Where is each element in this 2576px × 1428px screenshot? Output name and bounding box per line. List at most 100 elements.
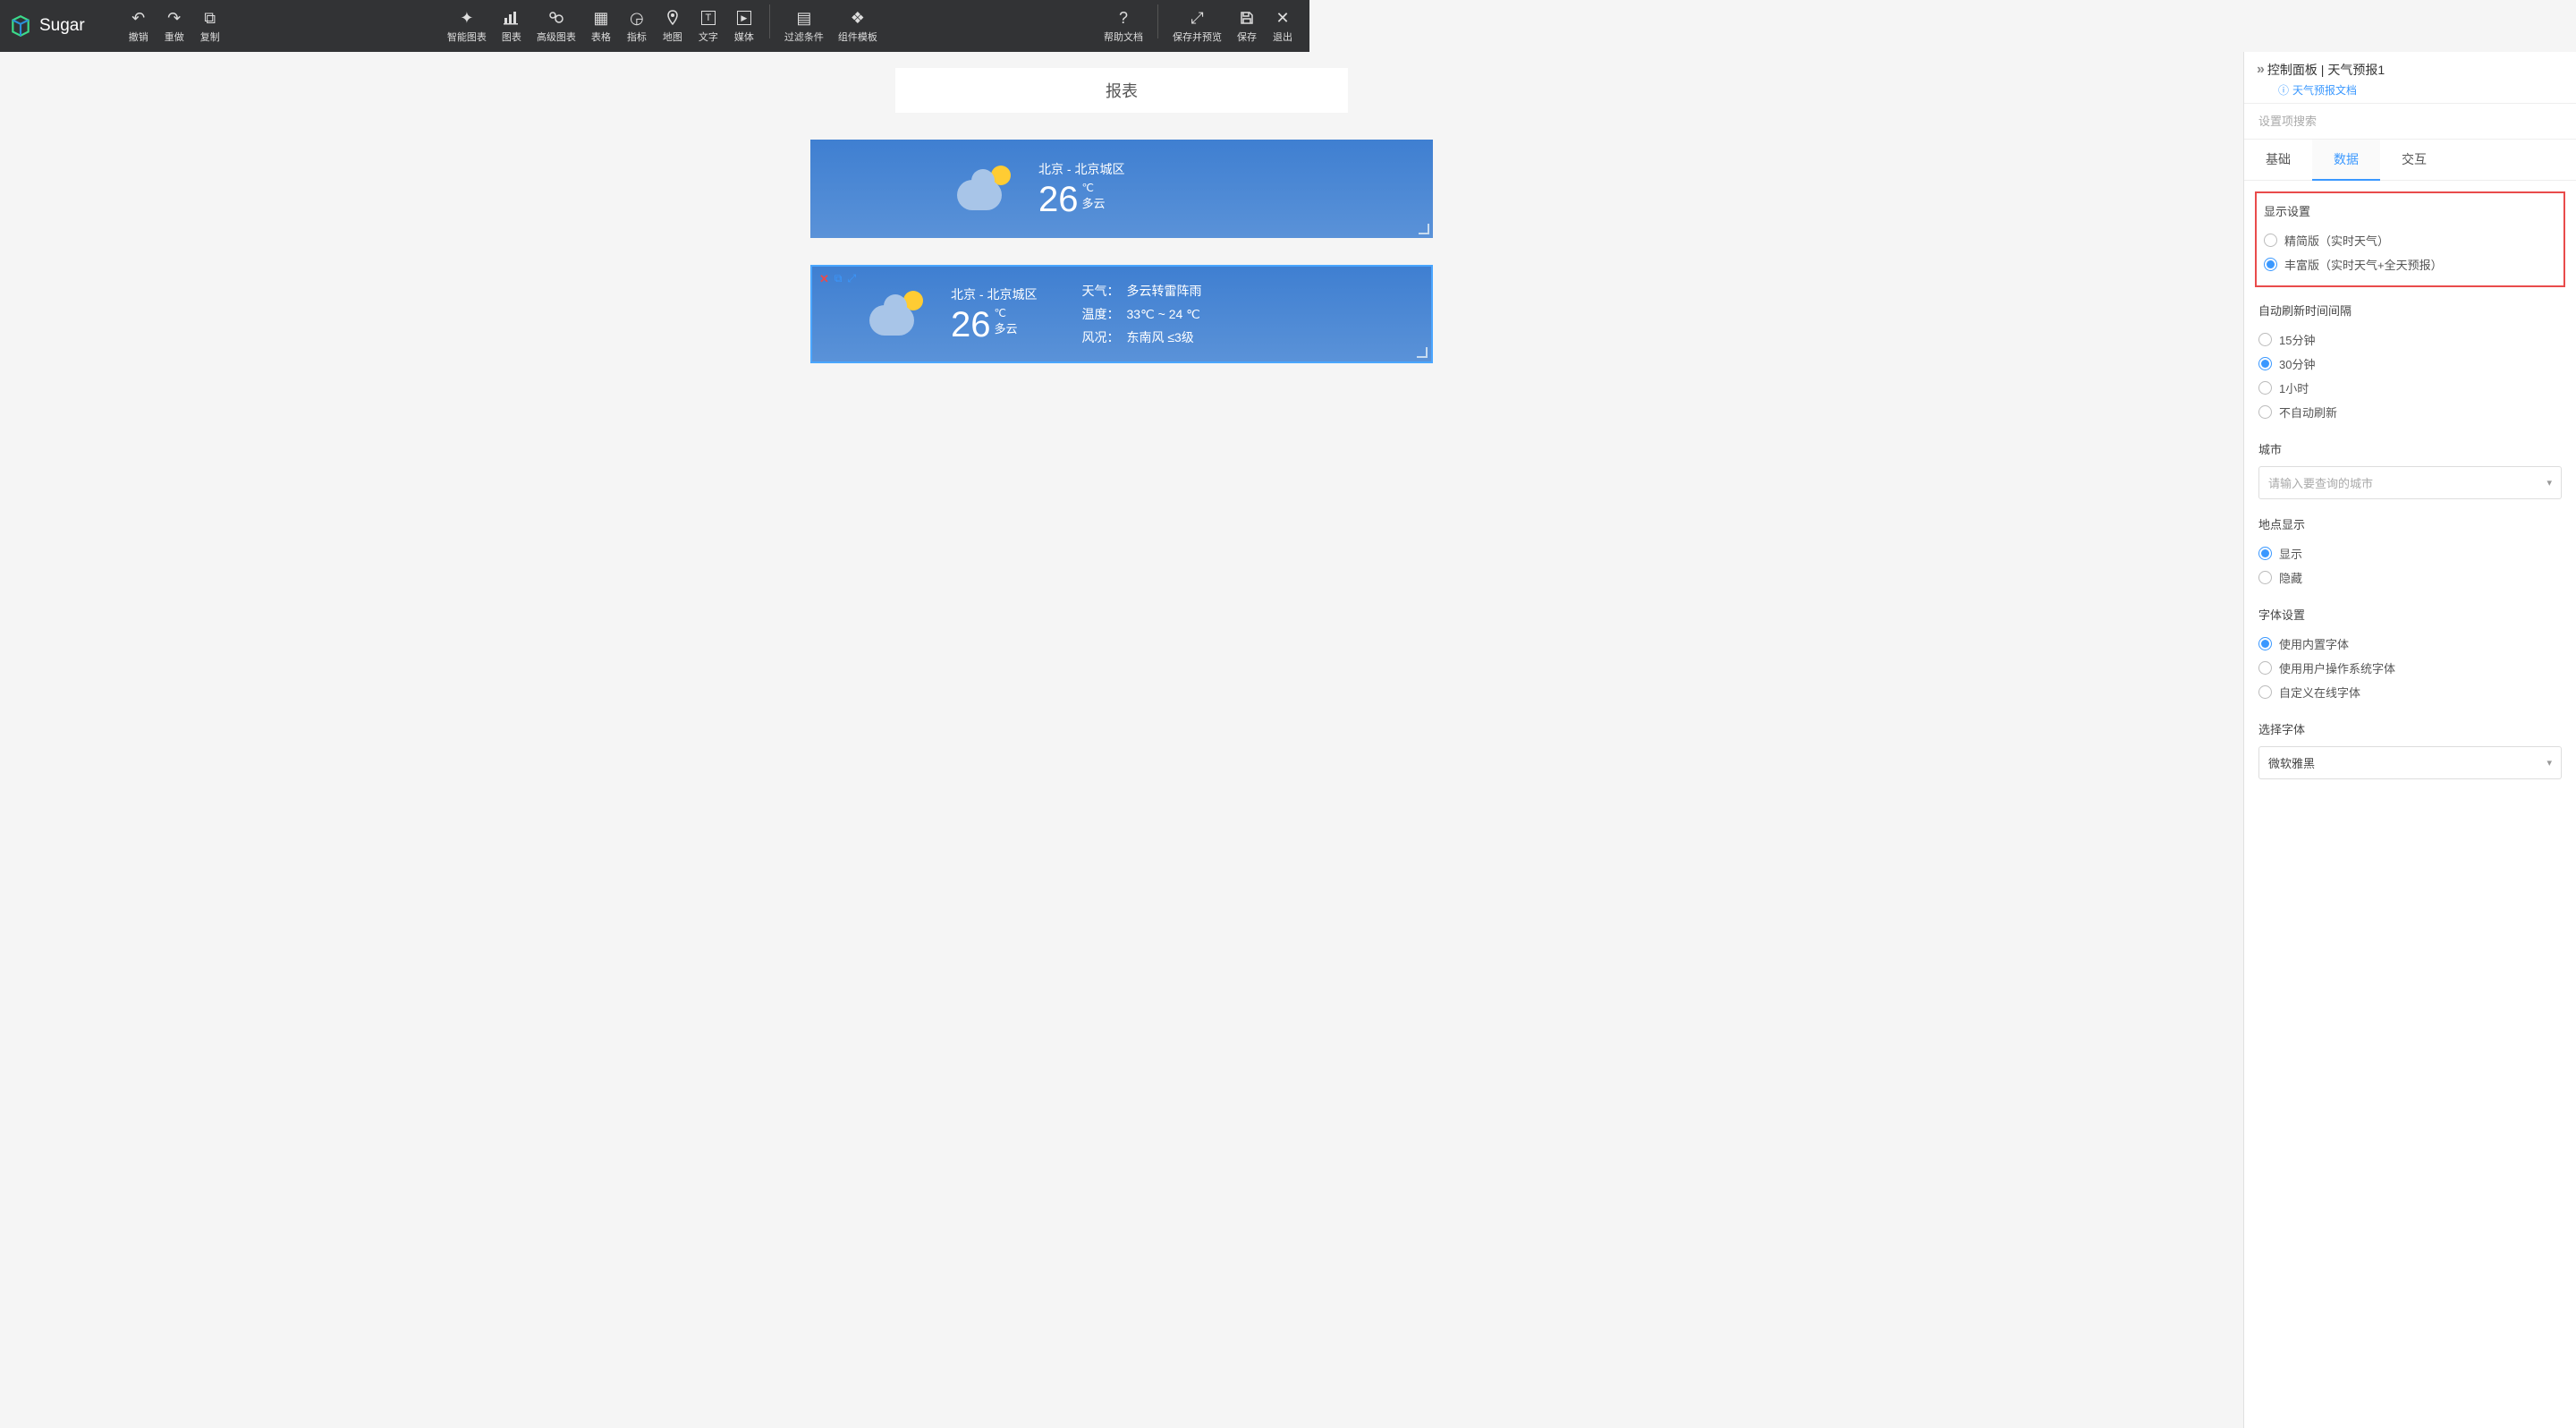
copy-button[interactable]: ⧉复制 xyxy=(192,4,228,47)
adv-chart-button[interactable]: 高级图表 xyxy=(530,4,583,47)
weather-unit: ℃ xyxy=(1082,182,1106,194)
radio-icon xyxy=(2258,405,2272,419)
weather-location: 北京 - 北京城区 xyxy=(951,285,1037,303)
toolbar: Sugar ↶撤销 ↷重做 ⧉复制 ✦智能图表 图表 高级图表 ▦表格 ◶指标 … xyxy=(0,0,1309,52)
adv-chart-icon xyxy=(548,8,564,28)
weather-card-simple[interactable]: 北京 - 北京城区 26 ℃ 多云 xyxy=(810,140,1433,238)
section-city: 城市 请输入要查询的城市▾ xyxy=(2258,440,2562,499)
fullscreen-icon[interactable]: ⤢ xyxy=(847,272,856,286)
section-title: 城市 xyxy=(2258,440,2562,457)
collapse-icon[interactable]: » xyxy=(2257,62,2262,78)
radio-font-system[interactable]: 使用用户操作系统字体 xyxy=(2258,656,2562,680)
comptpl-button[interactable]: ❖组件模板 xyxy=(831,4,885,47)
logo: Sugar xyxy=(9,14,85,38)
filter-button[interactable]: ▤过滤条件 xyxy=(777,4,831,47)
report-title[interactable]: 报表 xyxy=(895,68,1348,113)
template-icon: ❖ xyxy=(851,8,865,28)
radio-icon xyxy=(2258,685,2272,699)
weather-card-rich[interactable]: ✕ ⧉ ⤢ 北京 - 北京城区 26 ℃ 多云 天气：多云转雷阵雨 温度：33℃… xyxy=(810,265,1433,363)
radio-icon xyxy=(2264,234,2277,247)
section-display-settings: 显示设置 精简版（实时天气） 丰富版（实时天气+全天预报） xyxy=(2255,191,2565,287)
help-button[interactable]: ?帮助文档 xyxy=(1097,4,1150,47)
weather-icon xyxy=(866,287,928,341)
detail-value: 多云转雷阵雨 xyxy=(1126,279,1201,302)
media-button[interactable]: ▶媒体 xyxy=(726,4,762,47)
chart-button[interactable]: 图表 xyxy=(494,4,530,47)
detail-label: 天气： xyxy=(1081,279,1126,302)
detail-value: 33℃ ~ 24 ℃ xyxy=(1126,302,1199,326)
radio-icon xyxy=(2258,333,2272,346)
section-title: 地点显示 xyxy=(2258,515,2562,532)
expand-icon: ⤢ xyxy=(1191,8,1203,28)
chart-icon xyxy=(504,8,520,28)
properties-panel: » 控制面板 | 天气预报1 ⓘ天气预报文档 基础 数据 交互 显示设置 精简版… xyxy=(2243,52,2576,1428)
section-title: 显示设置 xyxy=(2264,202,2556,219)
smart-chart-icon: ✦ xyxy=(460,8,473,28)
chevron-down-icon: ▾ xyxy=(2546,477,2552,489)
help-icon: ? xyxy=(1119,8,1128,28)
radio-icon xyxy=(2258,637,2272,650)
detail-label: 温度： xyxy=(1081,302,1126,326)
radio-none[interactable]: 不自动刷新 xyxy=(2258,400,2562,424)
radio-icon xyxy=(2258,571,2272,584)
media-icon: ▶ xyxy=(737,8,751,28)
doc-link[interactable]: ⓘ天气预报文档 xyxy=(2278,82,2563,98)
radio-font-builtin[interactable]: 使用内置字体 xyxy=(2258,632,2562,656)
radio-simple[interactable]: 精简版（实时天气） xyxy=(2264,228,2556,252)
save-icon xyxy=(1240,8,1254,28)
tab-basic[interactable]: 基础 xyxy=(2244,140,2312,180)
table-button[interactable]: ▦表格 xyxy=(583,4,619,47)
toolbar-divider xyxy=(1157,4,1158,38)
resize-handle[interactable] xyxy=(1417,347,1428,358)
canvas[interactable]: 报表 北京 - 北京城区 26 ℃ 多云 ✕ ⧉ ⤢ 北京 - 北京城区 26 xyxy=(0,52,2243,1428)
save-preview-button[interactable]: ⤢保存并预览 xyxy=(1165,4,1229,47)
weather-temp: 26 xyxy=(1038,182,1079,217)
radio-15m[interactable]: 15分钟 xyxy=(2258,327,2562,352)
metric-button[interactable]: ◶指标 xyxy=(619,4,655,47)
filter-icon: ▤ xyxy=(796,8,811,28)
undo-icon: ↶ xyxy=(131,8,145,28)
resize-handle[interactable] xyxy=(1419,224,1429,234)
table-icon: ▦ xyxy=(593,8,608,28)
delete-icon[interactable]: ✕ xyxy=(819,272,829,286)
duplicate-icon[interactable]: ⧉ xyxy=(835,272,843,286)
toolbar-divider xyxy=(769,4,770,38)
radio-rich[interactable]: 丰富版（实时天气+全天预报） xyxy=(2264,252,2556,276)
font-select[interactable]: 微软雅黑▾ xyxy=(2258,746,2562,779)
help-circle-icon: ⓘ xyxy=(2278,82,2289,98)
smart-chart-button[interactable]: ✦智能图表 xyxy=(440,4,494,47)
radio-show[interactable]: 显示 xyxy=(2258,541,2562,565)
radio-1h[interactable]: 1小时 xyxy=(2258,376,2562,400)
tab-interact[interactable]: 交互 xyxy=(2380,140,2448,180)
copy-icon: ⧉ xyxy=(204,8,216,28)
map-button[interactable]: 地图 xyxy=(655,4,691,47)
text-icon: T xyxy=(701,8,716,28)
weather-icon xyxy=(953,162,1016,216)
radio-font-custom[interactable]: 自定义在线字体 xyxy=(2258,680,2562,704)
weather-detail-list: 天气：多云转雷阵雨 温度：33℃ ~ 24 ℃ 风况：东南风 ≤3级 xyxy=(1081,279,1201,349)
chevron-down-icon: ▾ xyxy=(2546,757,2552,769)
settings-search-input[interactable] xyxy=(2244,103,2576,140)
exit-button[interactable]: ✕退出 xyxy=(1265,4,1301,47)
detail-label: 风况： xyxy=(1081,326,1126,349)
metric-icon: ◶ xyxy=(630,8,644,28)
panel-tabs: 基础 数据 交互 xyxy=(2244,140,2576,181)
section-title: 选择字体 xyxy=(2258,720,2562,737)
radio-icon xyxy=(2258,357,2272,370)
save-button[interactable]: 保存 xyxy=(1229,4,1265,47)
weather-condition: 多云 xyxy=(1082,194,1106,211)
redo-icon: ↷ xyxy=(167,8,181,28)
section-title: 自动刷新时间间隔 xyxy=(2258,302,2562,319)
weather-unit: ℃ xyxy=(995,307,1018,319)
undo-button[interactable]: ↶撤销 xyxy=(121,4,157,47)
tab-data[interactable]: 数据 xyxy=(2312,140,2380,181)
radio-30m[interactable]: 30分钟 xyxy=(2258,352,2562,376)
city-select[interactable]: 请输入要查询的城市▾ xyxy=(2258,466,2562,499)
redo-button[interactable]: ↷重做 xyxy=(157,4,192,47)
section-refresh: 自动刷新时间间隔 15分钟 30分钟 1小时 不自动刷新 xyxy=(2258,302,2562,424)
panel-title: 控制面板 | 天气预报1 xyxy=(2267,61,2385,79)
radio-hide[interactable]: 隐藏 xyxy=(2258,565,2562,590)
map-icon xyxy=(665,8,680,28)
radio-icon xyxy=(2258,381,2272,395)
text-button[interactable]: T文字 xyxy=(691,4,726,47)
